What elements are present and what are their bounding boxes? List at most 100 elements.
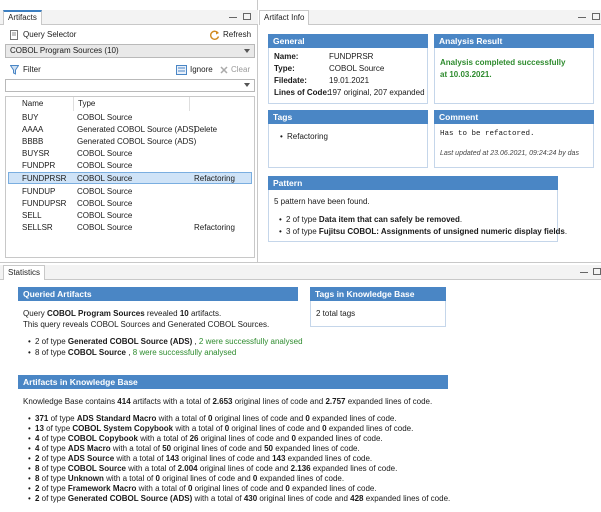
kb-summary: Knowledge Base contains 414 artifacts wi… (23, 397, 432, 406)
minimize-icon[interactable] (578, 13, 586, 18)
kb-type: COBOL System Copybook (72, 424, 174, 433)
refresh-icon (210, 30, 220, 40)
maximize-icon[interactable] (593, 268, 601, 275)
tab-statistics[interactable]: Statistics (3, 265, 46, 280)
clear-icon (220, 66, 228, 74)
pattern-panel: Pattern 5 pattern have been found. 2 of … (268, 176, 567, 242)
artifacts-kb-title: Artifacts in Knowledge Base (18, 375, 448, 389)
pattern-post: . (564, 227, 568, 236)
row-note: Refactoring (194, 223, 235, 232)
analysis-body: Analysis completed successfully at 10.03… (434, 48, 594, 104)
filter-icon (10, 65, 19, 75)
qi-mid: of type (39, 348, 68, 357)
row-name: FUNDUPSR (22, 199, 67, 208)
kb-orig: 0 (155, 474, 160, 483)
row-name: BUY (22, 113, 39, 122)
kb-s-orig: 2.653 (212, 397, 233, 406)
query-combo[interactable]: COBOL Program Sources (10) (5, 44, 255, 58)
row-type: Generated COBOL Source (ADS) (77, 125, 197, 134)
ignore-icon (176, 65, 187, 75)
query-combo-value: COBOL Program Sources (10) (10, 46, 119, 55)
qi-type: COBOL Source (67, 348, 127, 357)
tab-artifact-info[interactable]: Artifact Info (259, 10, 310, 25)
maximize-icon[interactable] (243, 13, 251, 20)
q-mid: revealed (144, 309, 180, 318)
type-label: Type: (274, 64, 295, 73)
table-row[interactable]: BBBB Generated COBOL Source (ADS) (8, 136, 252, 148)
kb-type: ADS Macro (67, 444, 111, 453)
kb-item: 2 of type ADS Source with a total of 143… (28, 454, 372, 463)
kb-orig: 0 (208, 414, 213, 423)
artifacts-tabbar: Artifacts (0, 10, 258, 25)
column-header-extra (190, 97, 254, 111)
row-name: FUNDPR (22, 161, 56, 170)
general-body: Name: FUNDPRSR Type: COBOL Source Fileda… (268, 48, 428, 104)
table-row[interactable]: FUNDUP COBOL Source (8, 186, 252, 198)
minimize-icon[interactable] (229, 13, 237, 18)
pattern-bold: Fujitsu COBOL: Assignments of unsigned n… (318, 227, 565, 236)
name-value: FUNDPRSR (329, 52, 374, 61)
table-row[interactable]: BUYSR COBOL Source (8, 148, 252, 160)
maximize-icon[interactable] (592, 13, 600, 20)
artifacts-kb-panel: Artifacts in Knowledge Base Knowledge Ba… (18, 375, 450, 512)
kb-orig: 0 (224, 424, 230, 433)
table-row[interactable]: FUNDUPSR COBOL Source (8, 198, 252, 210)
queried-title: Queried Artifacts (18, 287, 298, 301)
column-header-name[interactable]: Name (18, 97, 74, 111)
tab-artifacts[interactable]: Artifacts (3, 10, 42, 25)
clear-label: Clear (231, 65, 251, 74)
queried-item: 2 of type Generated COBOL Source (ADS) ,… (28, 337, 303, 346)
statistics-view: Statistics Queried Artifacts Query COBOL… (0, 262, 601, 512)
kb-orig: 430 (243, 494, 258, 503)
row-type: COBOL Source (77, 149, 133, 158)
kb-count: 8 (35, 474, 40, 483)
kb-count: 4 (35, 434, 40, 443)
comment-updated: Last updated at 23.06.2021, 09:24:24 by … (440, 150, 579, 157)
kb-s-pre: Knowledge Base contains (23, 397, 118, 406)
table-row-selected[interactable]: FUNDPRSR COBOL Source Refactoring (8, 172, 252, 184)
chevron-down-icon (244, 83, 250, 87)
comment-title: Comment (434, 110, 594, 124)
kb-type: Generated COBOL Source (ADS) (67, 494, 193, 503)
kb-count: 2 (35, 484, 40, 493)
row-type: COBOL Source (77, 161, 133, 170)
kb-exp: 0 (252, 474, 258, 483)
table-row[interactable]: BUY COBOL Source (8, 112, 252, 124)
kb-count: 2 (35, 454, 40, 463)
row-type: COBOL Source (77, 187, 133, 196)
table-row[interactable]: SELLSR COBOL Source Refactoring (8, 222, 252, 234)
row-name: SELL (22, 211, 42, 220)
table-row[interactable]: FUNDPR COBOL Source (8, 160, 252, 172)
document-icon (10, 30, 18, 40)
qi-sep: , (192, 337, 199, 346)
comment-panel: Comment Has to be refactored. Last updat… (434, 110, 594, 168)
comment-body: Has to be refactored. Last updated at 23… (434, 124, 594, 168)
pattern-body: 5 pattern have been found. 2 of type Dat… (268, 190, 567, 242)
tags-kb-title: Tags in Knowledge Base (310, 287, 446, 301)
kb-s-mid2: original lines of code and (232, 397, 326, 406)
kb-exp: 0 (305, 414, 310, 423)
filter-input[interactable] (5, 79, 255, 92)
tags-kb-panel: Tags in Knowledge Base 2 total tags (310, 287, 446, 327)
refresh-label: Refresh (223, 30, 252, 39)
kb-count: 2 (35, 494, 40, 503)
minimize-icon[interactable] (580, 268, 588, 273)
pattern-item: 2 of type Data item that can safely be r… (279, 215, 462, 224)
row-name: FUNDPRSR (22, 174, 67, 183)
column-header-type[interactable]: Type (74, 97, 190, 111)
chevron-down-icon (244, 49, 250, 53)
qi-mid: of type (39, 337, 68, 346)
table-row[interactable]: SELL COBOL Source (8, 210, 252, 222)
q-count: 10 (179, 309, 189, 318)
filter-label: Filter (23, 65, 41, 74)
table-row[interactable]: AAAA Generated COBOL Source (ADS) Delete (8, 124, 252, 136)
kb-item: 13 of type COBOL System Copybook with a … (28, 424, 413, 433)
pattern-item: 3 of type Fujitsu COBOL: Assignments of … (279, 227, 568, 236)
pattern-bold: Data item that can safely be removed (318, 215, 460, 224)
kb-type: ADS Standard Macro (76, 414, 157, 423)
kb-type: COBOL Copybook (67, 434, 138, 443)
q-query-name: COBOL Program Sources (47, 309, 145, 318)
row-name: BUYSR (22, 149, 50, 158)
analysis-line2: at 10.03.2021. (440, 70, 492, 79)
analysis-panel: Analysis Result Analysis completed succe… (434, 34, 594, 104)
